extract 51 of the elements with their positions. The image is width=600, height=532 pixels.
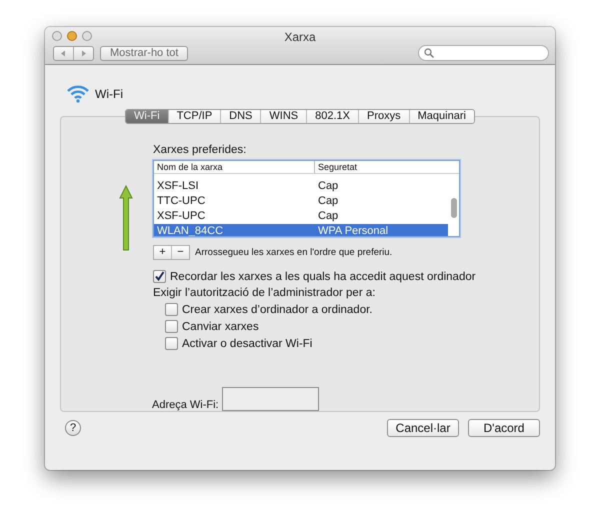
checkbox[interactable] [165,320,178,333]
network-security: Cap [317,209,338,224]
scrollbar-thumb[interactable] [451,198,457,218]
wifi-icon [67,85,89,103]
zoom-button[interactable] [82,31,92,41]
section-label: Xarxes preferides: [153,144,246,156]
checkmark-icon [154,271,165,282]
hint-text: Arrossegueu les xarxes en l'ordre que preferiu. [195,247,392,258]
column-header[interactable]: Nom de la xarxa [154,161,315,173]
checkbox-label: Activar o desactivar Wi-Fi [182,338,312,350]
tab[interactable]: WINS [260,110,306,123]
network-security: Cap [317,179,338,194]
tab[interactable]: TCP/IP [168,110,220,123]
search-icon [424,48,434,58]
up-arrow-icon [119,185,133,251]
section-label: Exigir l’autorització de l’administrador per a: [153,287,376,299]
checkbox-label: Crear xarxes d’ordinador a ordinador. [182,304,372,316]
service-name: Wi-Fi [95,87,123,101]
column-header[interactable]: Seguretat [315,161,358,173]
checkbox[interactable] [165,337,178,350]
network-security: Cap [317,194,338,209]
minimize-button[interactable] [67,31,77,41]
network-row[interactable]: XSF-UPC Cap [154,209,448,224]
remove-button[interactable]: − [171,246,189,259]
tab[interactable]: Maquinari [408,110,474,123]
tab[interactable]: Wi-Fi [126,110,168,123]
show-all-button[interactable]: Mostrar-ho tot [100,46,188,60]
network-row[interactable]: WLAN_84CC WPA Personal [154,224,448,236]
tab[interactable]: 802.1X [306,110,358,123]
search-field[interactable] [418,45,549,61]
network-row[interactable]: XSF-LSI Cap [154,179,448,194]
field-label: Adreça Wi-Fi: [152,399,219,411]
window-title: Xarxa [284,30,316,44]
dialog-button[interactable]: Cancel·lar [387,419,459,437]
close-button[interactable] [52,31,62,41]
tab[interactable]: Proxys [358,110,409,123]
address-field[interactable] [222,387,319,411]
network-name: TTC-UPC [156,194,206,209]
tab[interactable]: DNS [220,110,260,123]
checkbox-label: Canviar xarxes [182,320,259,332]
network-name: XSF-UPC [156,209,206,224]
checkbox[interactable] [153,270,166,283]
network-name: XSF-LSI [156,179,200,194]
checkbox[interactable] [165,303,178,316]
help-button[interactable]: ? [65,420,81,436]
network-name: WLAN_84CC [156,224,224,236]
checkbox-label: Recordar les xarxes a les quals ha accedit aquest ordinador [170,270,476,282]
dialog-button[interactable]: D'acord [468,419,540,437]
network-security: WPA Personal [317,224,388,236]
add-button[interactable]: + [154,246,171,259]
network-row[interactable]: TTC-UPC Cap [154,194,448,209]
